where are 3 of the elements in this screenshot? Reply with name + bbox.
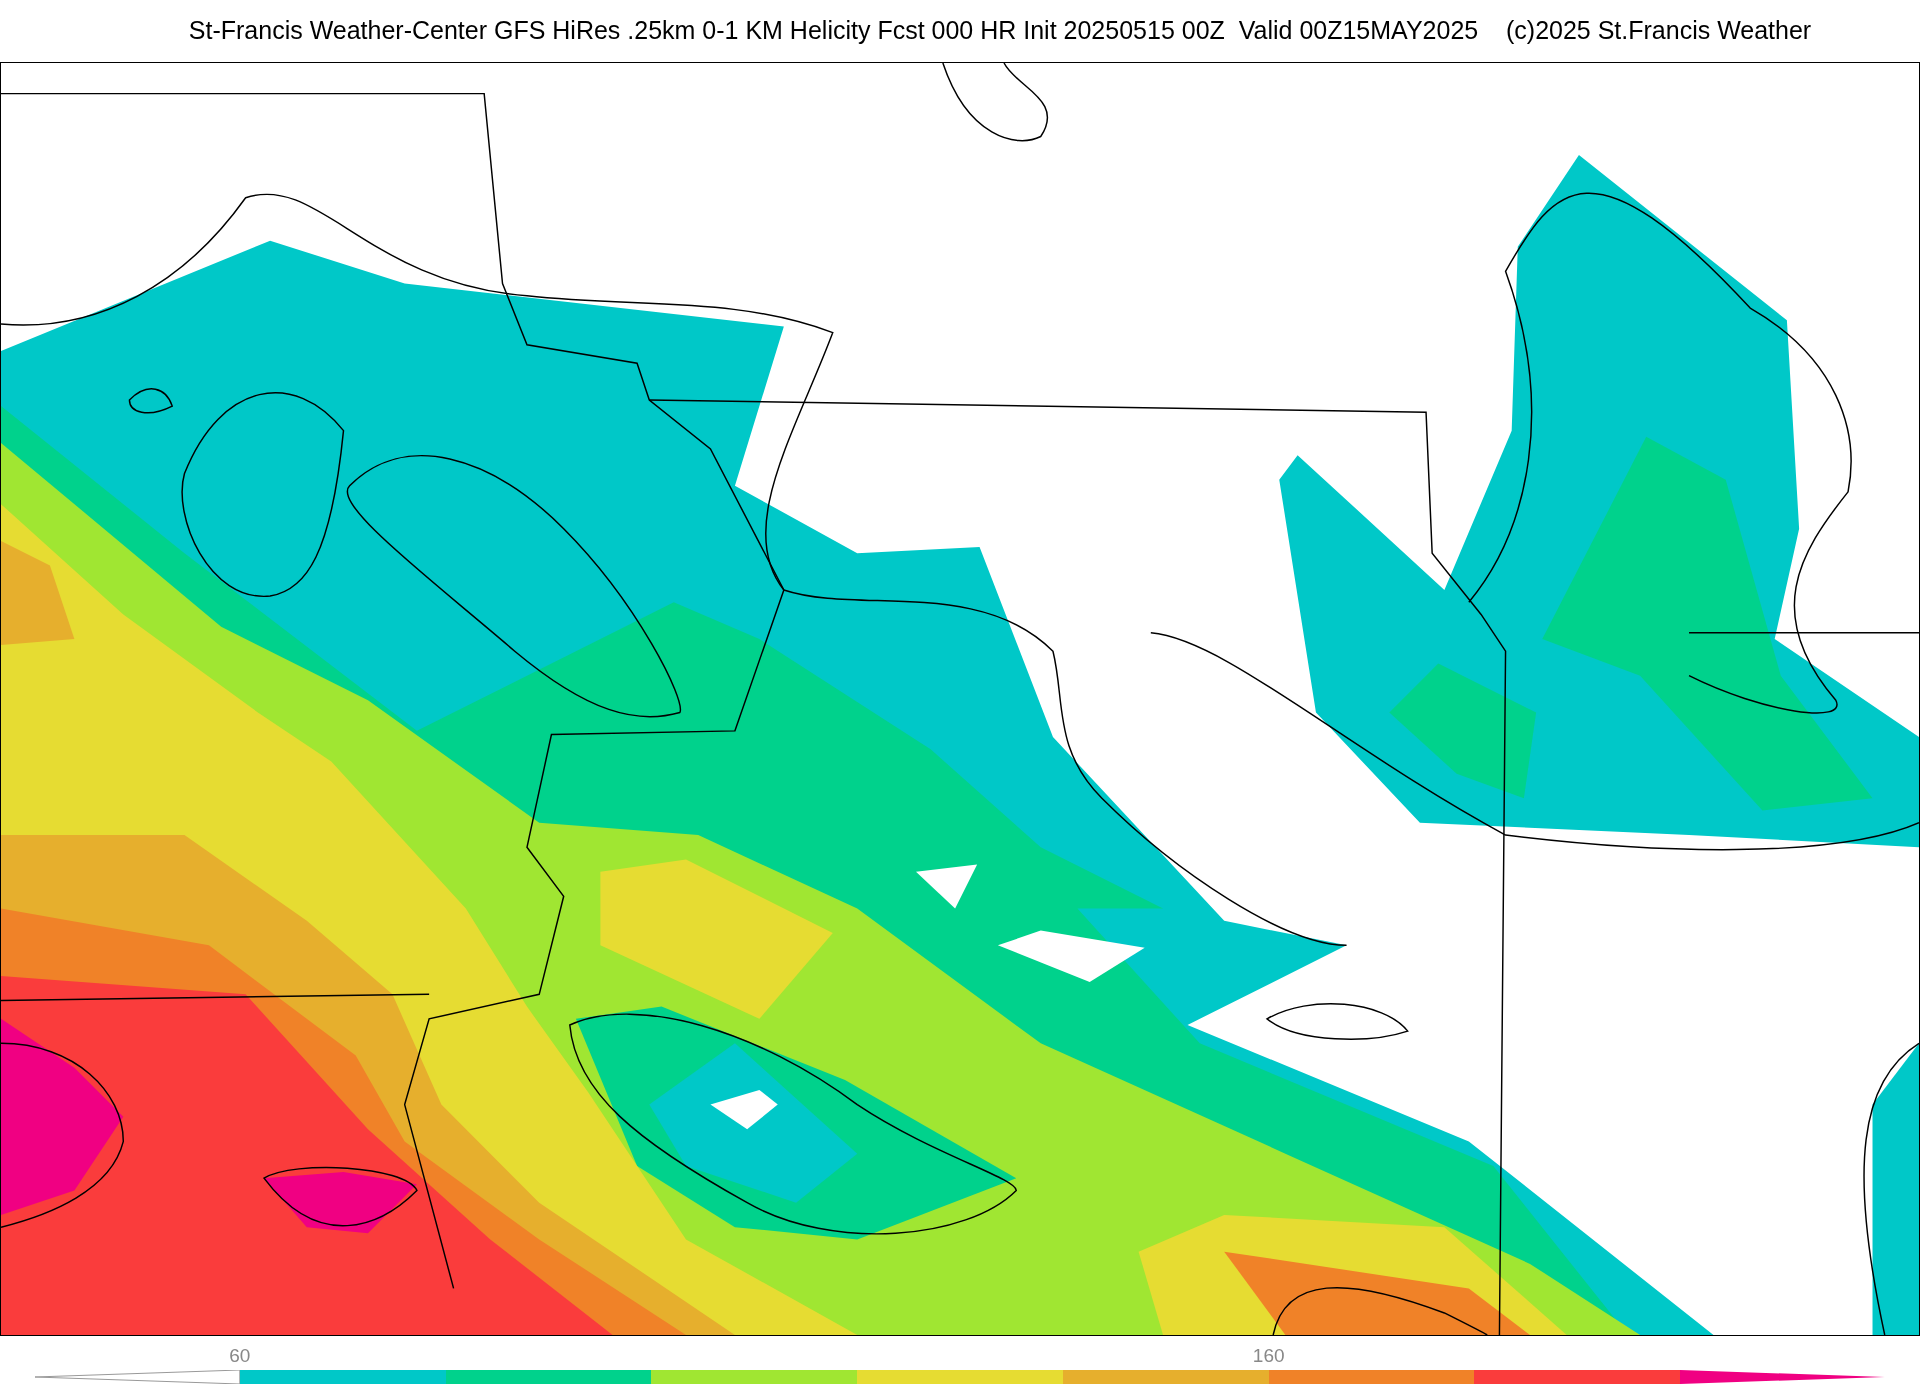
colorbar-label: 160	[1252, 1344, 1285, 1368]
map-title: St-Francis Weather-Center GFS HiRes .25km 0-1 KM Helicity Fcst 000 HR Init 20250515 00Z Valid 00Z15MAY2025 (c)2025 St.Francis Weather	[188, 15, 1812, 47]
colorbar-label: 60	[229, 1344, 251, 1368]
